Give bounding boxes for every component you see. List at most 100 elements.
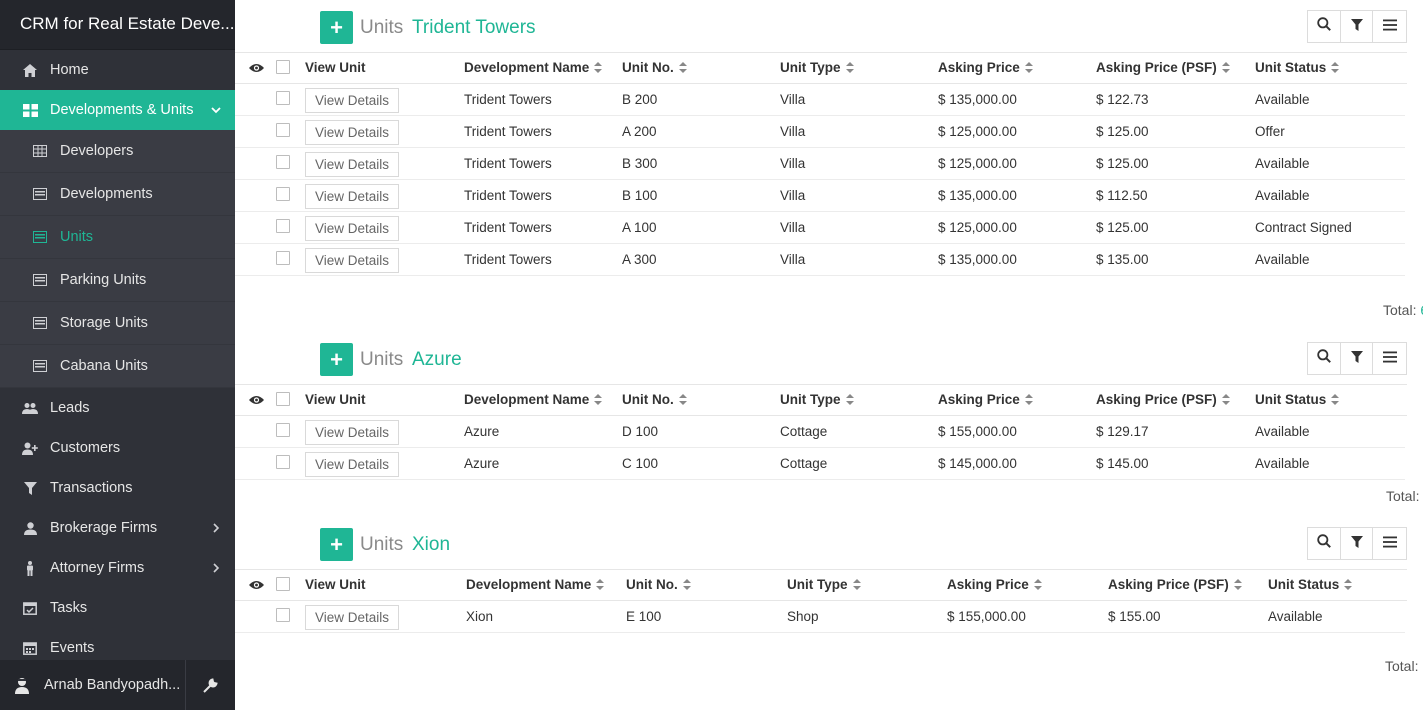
menu-button[interactable] (1373, 528, 1406, 559)
column-header[interactable]: Unit Status (1255, 60, 1340, 75)
view-details-button[interactable]: View Details (305, 248, 399, 273)
select-all-checkbox[interactable] (276, 60, 290, 74)
sort-icon[interactable] (1221, 394, 1230, 405)
select-all-checkbox[interactable] (276, 392, 290, 406)
row-checkbox[interactable] (276, 123, 290, 137)
sidebar-item-home[interactable]: Home (0, 50, 235, 90)
select-all-checkbox[interactable] (276, 577, 290, 591)
sort-icon[interactable] (852, 579, 861, 590)
column-header[interactable]: Development Name (464, 60, 603, 75)
column-header[interactable]: Unit Type (780, 60, 854, 75)
sort-icon[interactable] (594, 394, 603, 405)
view-details-button[interactable]: View Details (305, 452, 399, 477)
column-header[interactable]: Unit Type (780, 392, 854, 407)
filter-button[interactable] (1341, 343, 1374, 374)
search-button[interactable] (1308, 528, 1341, 559)
row-checkbox[interactable] (276, 423, 290, 437)
sidebar-item-attorney-firms[interactable]: Attorney Firms (0, 548, 235, 588)
sidebar-item-customers[interactable]: Customers (0, 428, 235, 468)
sort-icon[interactable] (1331, 62, 1340, 73)
row-checkbox[interactable] (276, 91, 290, 105)
sidebar-item-brokerage-firms[interactable]: Brokerage Firms (0, 508, 235, 548)
filter-button[interactable] (1341, 11, 1374, 42)
eye-icon[interactable] (249, 393, 264, 405)
column-header[interactable]: Unit Status (1255, 392, 1340, 407)
column-header[interactable]: View Unit (305, 392, 366, 407)
column-header[interactable]: View Unit (305, 60, 366, 75)
sort-icon[interactable] (596, 579, 605, 590)
table-row[interactable]: View Details Trident Towers B 200 Villa $ 13… (235, 84, 1405, 116)
column-header[interactable]: View Unit (305, 577, 366, 592)
sort-icon[interactable] (682, 579, 691, 590)
sort-icon[interactable] (845, 394, 854, 405)
sort-icon[interactable] (845, 62, 854, 73)
view-details-button[interactable]: View Details (305, 605, 399, 630)
view-details-button[interactable]: View Details (305, 420, 399, 445)
sort-icon[interactable] (1024, 62, 1033, 73)
add-unit-button[interactable]: + (320, 11, 353, 44)
eye-icon[interactable] (249, 61, 264, 73)
table-row[interactable]: View Details Xion E 100 Shop $ 155,000.00 $ 1… (235, 601, 1405, 633)
sort-icon[interactable] (594, 62, 603, 73)
column-header[interactable]: Asking Price (947, 577, 1042, 592)
row-checkbox[interactable] (276, 155, 290, 169)
view-details-button[interactable]: View Details (305, 216, 399, 241)
sidebar-item-leads[interactable]: Leads (0, 388, 235, 428)
sort-icon[interactable] (678, 62, 687, 73)
row-checkbox[interactable] (276, 187, 290, 201)
sort-icon[interactable] (1221, 62, 1230, 73)
column-header[interactable]: Development Name (464, 392, 603, 407)
sidebar-item-tasks[interactable]: Tasks (0, 588, 235, 628)
row-checkbox[interactable] (276, 608, 290, 622)
column-header[interactable]: Asking Price (PSF) (1096, 60, 1230, 75)
eye-icon[interactable] (249, 578, 264, 590)
add-unit-button[interactable]: + (320, 343, 353, 376)
sort-icon[interactable] (1033, 579, 1042, 590)
table-row[interactable]: View Details Trident Towers A 200 Villa $ 12… (235, 116, 1405, 148)
settings-button[interactable] (185, 660, 235, 710)
column-header[interactable]: Asking Price (PSF) (1096, 392, 1230, 407)
menu-button[interactable] (1373, 343, 1406, 374)
sidebar-subitem-cabana-units[interactable]: Cabana Units (0, 345, 235, 388)
view-details-button[interactable]: View Details (305, 88, 399, 113)
column-header[interactable]: Unit Status (1268, 577, 1353, 592)
table-row[interactable]: View Details Trident Towers A 100 Villa $ 12… (235, 212, 1405, 244)
sidebar-subitem-storage-units[interactable]: Storage Units (0, 302, 235, 345)
row-checkbox[interactable] (276, 455, 290, 469)
sidebar-subitem-parking-units[interactable]: Parking Units (0, 259, 235, 302)
view-details-button[interactable]: View Details (305, 184, 399, 209)
sort-icon[interactable] (1344, 579, 1353, 590)
table-row[interactable]: View Details Azure C 100 Cottage $ 145,000.0… (235, 448, 1405, 480)
search-button[interactable] (1308, 11, 1341, 42)
sidebar-subitem-developers[interactable]: Developers (0, 130, 235, 173)
column-header[interactable]: Asking Price (938, 60, 1033, 75)
search-button[interactable] (1308, 343, 1341, 374)
row-checkbox[interactable] (276, 251, 290, 265)
sidebar-subitem-units[interactable]: Units (0, 216, 235, 259)
sidebar-subitem-developments[interactable]: Developments (0, 173, 235, 216)
sidebar-item-developments-units[interactable]: Developments & Units (0, 90, 235, 130)
sort-icon[interactable] (1233, 579, 1242, 590)
app-brand[interactable]: CRM for Real Estate Deve... (0, 0, 235, 50)
view-details-button[interactable]: View Details (305, 120, 399, 145)
column-header[interactable]: Asking Price (PSF) (1108, 577, 1242, 592)
column-header[interactable]: Unit Type (787, 577, 861, 592)
column-header[interactable]: Development Name (466, 577, 605, 592)
column-header[interactable]: Asking Price (938, 392, 1033, 407)
user-name[interactable]: Arnab Bandyopadh... (44, 677, 184, 693)
sort-icon[interactable] (1024, 394, 1033, 405)
table-row[interactable]: View Details Trident Towers A 300 Villa $ 13… (235, 244, 1405, 276)
column-header[interactable]: Unit No. (626, 577, 691, 592)
sort-icon[interactable] (1331, 394, 1340, 405)
table-row[interactable]: View Details Trident Towers B 300 Villa $ 12… (235, 148, 1405, 180)
row-checkbox[interactable] (276, 219, 290, 233)
menu-button[interactable] (1373, 11, 1406, 42)
column-header[interactable]: Unit No. (622, 392, 687, 407)
avatar-icon[interactable] (12, 675, 32, 695)
add-unit-button[interactable]: + (320, 528, 353, 561)
table-row[interactable]: View Details Azure D 100 Cottage $ 155,000.0… (235, 416, 1405, 448)
sidebar-item-transactions[interactable]: Transactions (0, 468, 235, 508)
column-header[interactable]: Unit No. (622, 60, 687, 75)
filter-button[interactable] (1341, 528, 1374, 559)
sort-icon[interactable] (678, 394, 687, 405)
